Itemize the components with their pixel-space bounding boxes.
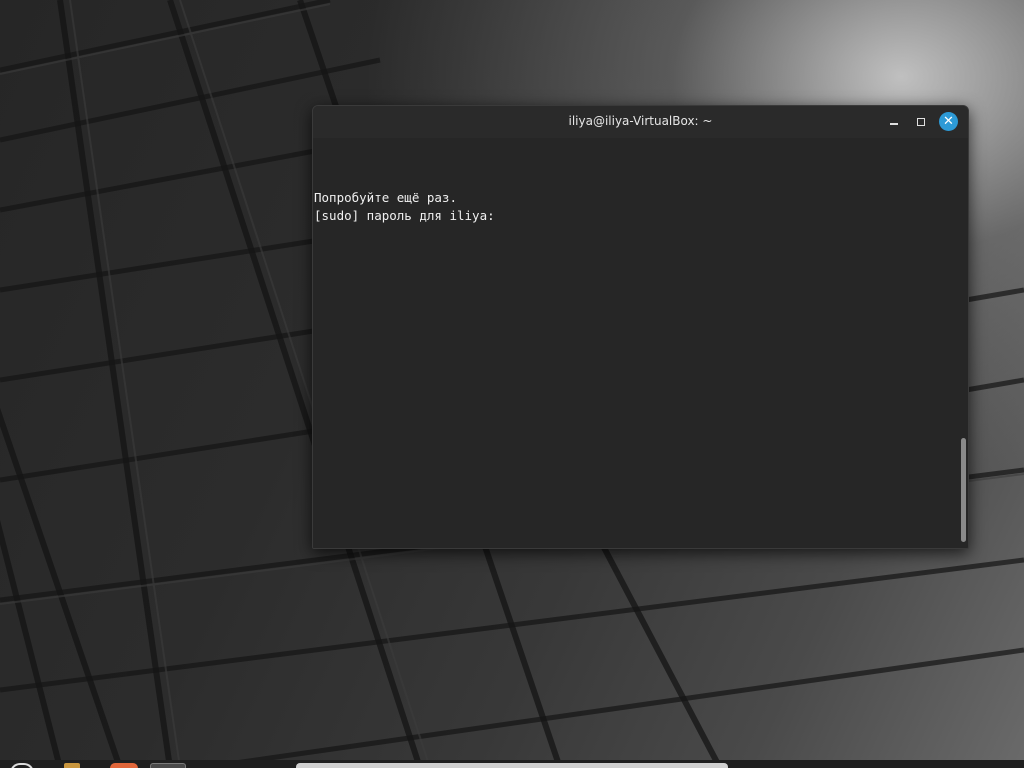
terminal-line: [sudo] пароль для iliya: (314, 208, 495, 223)
files-icon[interactable] (64, 763, 80, 768)
menu-icon[interactable] (10, 763, 34, 768)
minimize-icon[interactable] (884, 112, 904, 132)
terminal-icon[interactable] (150, 763, 186, 768)
desktop: iliya@iliya-VirtualBox: ~ ✕ Попробуйте е… (0, 0, 1024, 768)
taskbar (0, 760, 1024, 768)
window-title: iliya@iliya-VirtualBox: ~ (568, 114, 713, 128)
window-titlebar[interactable]: iliya@iliya-VirtualBox: ~ ✕ (313, 106, 968, 138)
window-list-button[interactable] (296, 763, 728, 768)
terminal-window[interactable]: iliya@iliya-VirtualBox: ~ ✕ Попробуйте е… (312, 105, 969, 549)
terminal-line: Попробуйте ещё раз. (314, 190, 457, 205)
firefox-icon[interactable] (110, 763, 138, 768)
terminal-scrollbar[interactable] (961, 438, 966, 542)
close-icon[interactable]: ✕ (939, 112, 958, 131)
maximize-icon[interactable] (911, 112, 931, 132)
terminal-output[interactable]: Попробуйте ещё раз. [sudo] пароль для il… (313, 138, 956, 548)
